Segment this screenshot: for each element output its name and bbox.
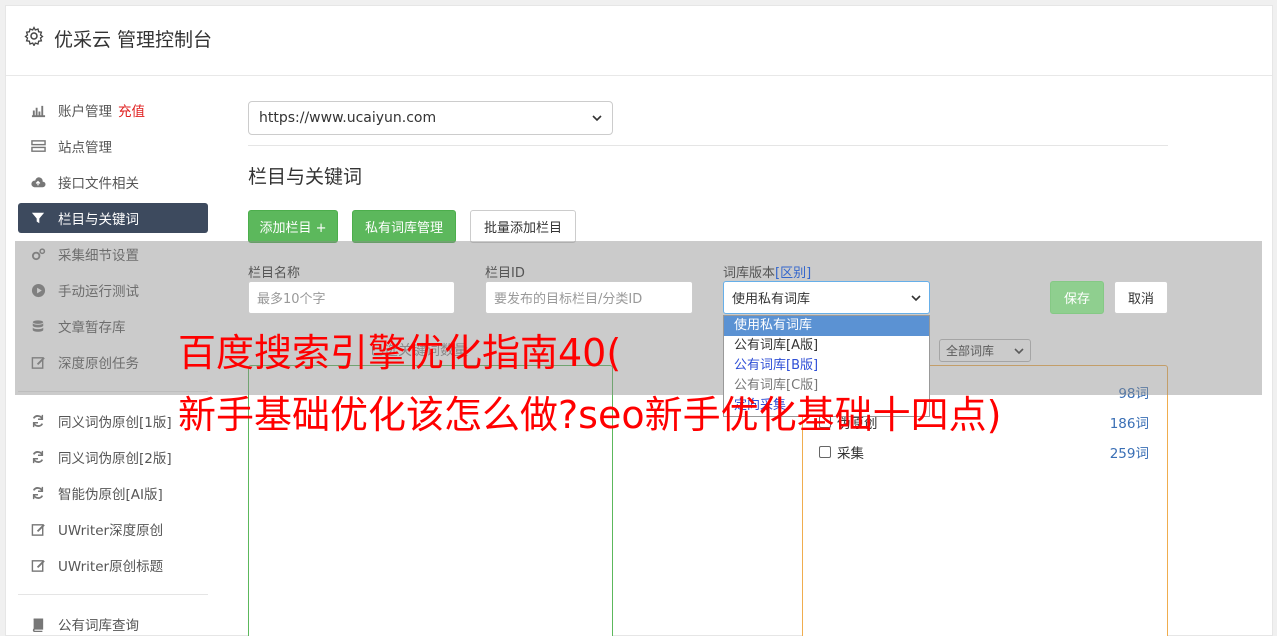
watermark-line-2: 新手基础优化该怎么做?seo新手优化基础十四点)	[178, 393, 1002, 437]
library-version-select[interactable]: 使用私有词库	[723, 281, 930, 314]
column-name-input[interactable]: 最多10个字	[248, 281, 455, 314]
column-name-label: 栏目名称	[248, 266, 301, 281]
dropdown-option[interactable]: 公有词库[B版]	[724, 356, 929, 376]
watermark-line-1: 百度搜索引擎优化指南40(	[178, 331, 622, 375]
library-version-text: 词库版本	[723, 266, 776, 281]
difference-link[interactable]: [区别]	[775, 266, 811, 281]
column-form: 栏目名称 最多10个字 栏目ID 要发布的目标栏目/分类ID 词库版本[区别] …	[0, 0, 1277, 636]
dropdown-option[interactable]: 公有词库[A版]	[724, 336, 929, 356]
column-id-label: 栏目ID	[485, 266, 525, 281]
cancel-button[interactable]: 取消	[1114, 281, 1168, 314]
library-version-label: 词库版本[区别]	[723, 262, 811, 281]
chevron-down-icon	[911, 294, 921, 301]
dropdown-option[interactable]: 使用私有词库	[724, 316, 929, 336]
save-button[interactable]: 保存	[1050, 281, 1104, 314]
library-version-value: 使用私有词库	[732, 292, 811, 307]
column-id-input[interactable]: 要发布的目标栏目/分类ID	[485, 281, 693, 314]
